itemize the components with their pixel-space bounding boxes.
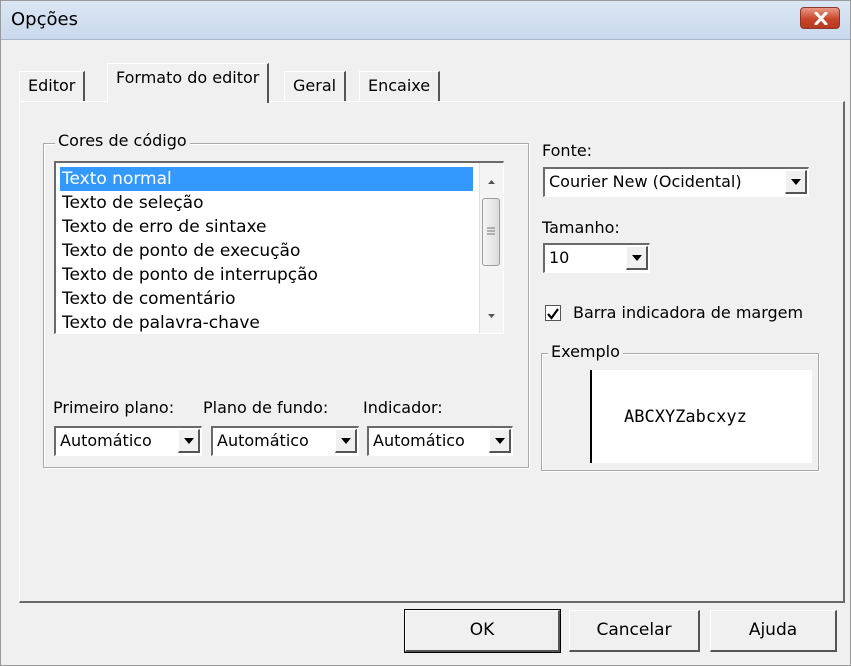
help-button[interactable]: Ajuda (710, 610, 837, 652)
indicator-value: Automático (373, 431, 465, 450)
margin-bar-label[interactable]: Barra indicadora de margem (573, 303, 819, 322)
code-colors-list[interactable]: Texto normal Texto de seleção Texto de e… (54, 161, 504, 334)
foreground-label: Primeiro plano: (53, 398, 175, 417)
cancel-button[interactable]: Cancelar (569, 610, 700, 652)
tab-general[interactable]: Geral (284, 71, 347, 101)
tab-docking[interactable]: Encaixe (359, 71, 441, 101)
list-item-normal-text[interactable]: Texto normal (60, 167, 473, 191)
example-preview: ABCXYZabcxyz (554, 370, 812, 463)
size-dropdown[interactable]: 10 (543, 243, 650, 273)
example-group-label: Exemplo (548, 342, 623, 361)
indicator-dropdown-button[interactable] (489, 429, 511, 453)
list-scrollbar[interactable] (479, 163, 503, 333)
background-label: Plano de fundo: (203, 398, 329, 417)
code-colors-group-label: Cores de código (55, 131, 190, 150)
chevron-down-icon (341, 438, 351, 444)
font-dropdown[interactable]: Courier New (Ocidental) (543, 167, 809, 197)
tab-editor-format[interactable]: Formato do editor (107, 63, 270, 103)
list-item-breakpoint-text[interactable]: Texto de ponto de interrupção (60, 263, 473, 287)
title-bar: Opções (1, 1, 850, 40)
font-label: Fonte: (542, 141, 593, 160)
example-margin-bar (554, 370, 592, 463)
scroll-thumb[interactable] (482, 198, 500, 266)
margin-bar-checkbox[interactable] (545, 305, 561, 321)
scroll-down-button[interactable] (480, 303, 503, 327)
background-value: Automático (217, 431, 309, 450)
checkmark-icon (547, 308, 559, 320)
list-item-selection-text[interactable]: Texto de seleção (60, 191, 473, 215)
list-item-comment-text[interactable]: Texto de comentário (60, 287, 473, 311)
chevron-down-icon (495, 438, 505, 444)
background-dropdown-button[interactable] (335, 429, 357, 453)
close-icon (814, 12, 828, 25)
tab-editor[interactable]: Editor (19, 71, 86, 101)
scroll-down-icon (488, 314, 495, 318)
font-dropdown-button[interactable] (785, 170, 807, 194)
background-dropdown[interactable]: Automático (211, 426, 359, 456)
size-label: Tamanho: (542, 218, 620, 237)
list-item-syntax-error-text[interactable]: Texto de erro de sintaxe (60, 215, 473, 239)
chevron-down-icon (791, 179, 801, 185)
scroll-up-icon (488, 180, 495, 184)
list-item-keyword-text[interactable]: Texto de palavra-chave (60, 311, 473, 333)
chevron-down-icon (184, 438, 194, 444)
ok-button[interactable]: OK (404, 609, 561, 653)
font-value: Courier New (Ocidental) (549, 172, 742, 191)
close-button[interactable] (800, 7, 840, 29)
scroll-up-button[interactable] (480, 169, 503, 193)
size-value: 10 (549, 248, 570, 267)
foreground-dropdown-button[interactable] (178, 429, 200, 453)
chevron-down-icon (632, 255, 642, 261)
grip-icon (487, 227, 495, 235)
size-dropdown-button[interactable] (626, 246, 648, 270)
list-item-execution-point-text[interactable]: Texto de ponto de execução (60, 239, 473, 263)
foreground-value: Automático (60, 431, 152, 450)
window-title: Opções (11, 9, 78, 30)
example-text: ABCXYZabcxyz (624, 407, 747, 427)
options-dialog: Opções Editor Formato do editor Geral En… (0, 0, 851, 666)
foreground-dropdown[interactable]: Automático (54, 426, 202, 456)
indicator-label: Indicador: (363, 398, 443, 417)
indicator-dropdown[interactable]: Automático (367, 426, 513, 456)
